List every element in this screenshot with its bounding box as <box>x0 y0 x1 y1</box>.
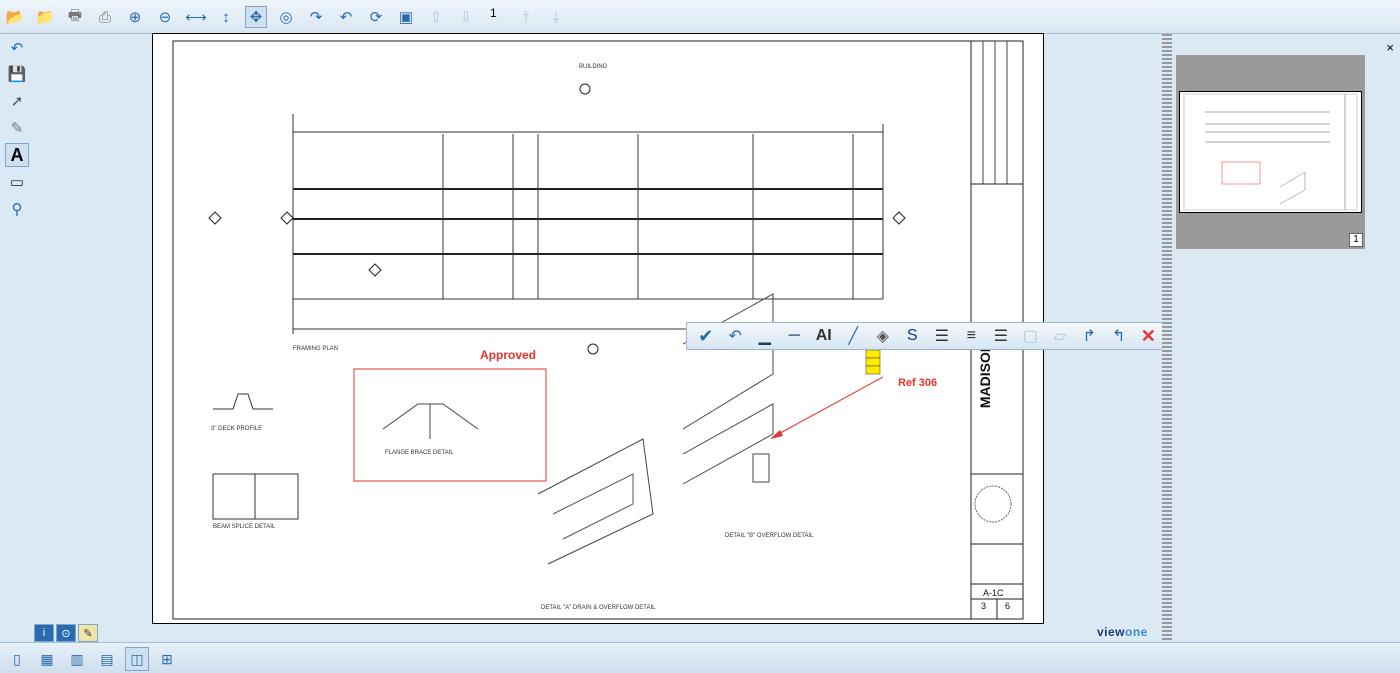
screenshot-icon[interactable]: ▣ <box>395 6 417 28</box>
select-pointer-icon[interactable]: ➚ <box>5 89 29 113</box>
undo-icon[interactable]: ↶ <box>5 36 29 60</box>
magnifier-icon[interactable]: ◎ <box>275 6 297 28</box>
font-size-icon[interactable]: AI <box>809 324 839 348</box>
line-thickness-increase-icon[interactable]: ▁ <box>750 324 780 348</box>
security-tab[interactable]: ⊙ <box>56 624 76 642</box>
label-flange-brace: FLANGE BRACE DETAIL <box>385 450 454 456</box>
pan-icon[interactable]: ✥ <box>245 6 267 28</box>
align-right-icon[interactable]: ☰ <box>986 324 1016 348</box>
ref-text-annotation[interactable]: Ref 306 <box>898 377 937 389</box>
eraser-icon[interactable]: ▱ <box>1045 324 1075 348</box>
sheet-number: 3 <box>981 601 987 611</box>
two-page-icon[interactable]: ▥ <box>65 647 89 671</box>
top-toolbar: 📂 📁 🖶 ⎙ ⊕ ⊖ ⟷ ↕ ✥ ◎ ↷ ↶ ⟳ ▣ ⇧ ⇩ 1 ⤒ ⤓ <box>0 0 1400 34</box>
fit-width-icon[interactable]: ⟷ <box>185 6 207 28</box>
rotate-counterclockwise-icon[interactable]: ↶ <box>335 6 357 28</box>
next-page-icon[interactable]: ⇩ <box>455 6 477 28</box>
thumbnail-frame[interactable]: 1 <box>1176 55 1365 249</box>
thumbnail-page-badge: 1 <box>1349 233 1363 247</box>
page-thumbnail[interactable] <box>1179 91 1362 213</box>
previous-page-icon[interactable]: ⇧ <box>425 6 447 28</box>
send-backward-icon[interactable]: ↰ <box>1104 324 1134 348</box>
label-beam-splice: BEAM SPLICE DETAIL <box>213 524 276 530</box>
info-tab[interactable]: i <box>34 624 54 642</box>
annotation-toolbar: ✔ ↶ ▁ ─ AI ╱ ◈ S ☰ ≡ ☰ ▢ ▱ ↱ ↰ ✕ <box>686 322 1164 350</box>
rectangle-annotation-icon[interactable]: ▭ <box>5 170 29 194</box>
close-icon[interactable]: × <box>1386 40 1394 55</box>
notes-tab[interactable]: ✎ <box>78 624 98 642</box>
sheet-total: 6 <box>1005 601 1011 611</box>
last-page-icon[interactable]: ⤓ <box>545 6 567 28</box>
fit-height-icon[interactable]: ↕ <box>215 6 237 28</box>
thumbnail-layout-icon[interactable]: ⊞ <box>155 647 179 671</box>
zoom-out-icon[interactable]: ⊖ <box>154 6 176 28</box>
info-icon: i <box>42 627 46 639</box>
zoom-in-icon[interactable]: ⊕ <box>124 6 146 28</box>
thumbnail-panel: × 1 <box>1172 34 1400 640</box>
sheet-id: A-1C <box>983 588 1004 598</box>
logo-part1: view <box>1097 625 1126 639</box>
close-document-icon[interactable]: 📁 <box>34 6 56 28</box>
delete-icon[interactable]: ✕ <box>1134 324 1164 348</box>
label-detail-a: DETAIL "A" DRAIN & OVERFLOW DETAIL <box>541 605 656 611</box>
strikethrough-icon[interactable]: S <box>898 324 928 348</box>
highlighter-icon[interactable]: ✎ <box>5 116 29 140</box>
rotate-clockwise-icon[interactable]: ↷ <box>305 6 327 28</box>
align-left-icon[interactable]: ☰ <box>927 324 957 348</box>
save-icon[interactable]: 💾 <box>5 62 29 86</box>
undo-icon[interactable]: ↶ <box>721 324 751 348</box>
line-thickness-decrease-icon[interactable]: ─ <box>780 324 810 348</box>
line-color-icon[interactable]: ╱ <box>839 324 869 348</box>
lock-icon: ⊙ <box>61 627 71 640</box>
approved-text-annotation[interactable]: Approved <box>480 348 536 362</box>
bring-forward-icon[interactable]: ↱ <box>1075 324 1105 348</box>
apply-check-icon[interactable]: ✔ <box>691 324 721 348</box>
grid-view-icon[interactable]: ▦ <box>35 647 59 671</box>
label-detail-b: DETAIL "B" OVERFLOW DETAIL <box>725 533 814 539</box>
first-page-icon[interactable]: ⤒ <box>515 6 537 28</box>
print-preview-icon[interactable]: ⎙ <box>94 6 116 28</box>
transparent-icon[interactable]: ▢ <box>1016 324 1046 348</box>
single-page-icon[interactable]: ▯ <box>5 647 29 671</box>
align-center-icon[interactable]: ≡ <box>957 324 987 348</box>
open-folder-icon[interactable]: 📂 <box>4 6 26 28</box>
note-icon: ✎ <box>83 627 93 640</box>
rotate-180-icon[interactable]: ⟳ <box>365 6 387 28</box>
side-by-side-icon[interactable]: ◫ <box>125 647 149 671</box>
stamp-icon[interactable]: ⚲ <box>5 197 29 221</box>
page-number: 1 <box>490 6 497 20</box>
print-icon[interactable]: 🖶 <box>64 6 86 28</box>
label-framing-plan: FRAMING PLAN <box>293 346 339 352</box>
title-block-name: MADISON <box>977 342 993 409</box>
left-toolbar: ↶ 💾 ➚ ✎ A ▭ ⚲ <box>0 34 34 640</box>
logo-part2: one <box>1125 625 1148 639</box>
fill-color-icon[interactable]: ◈ <box>868 324 898 348</box>
bottom-toolbar: ▯ ▦ ▥ ▤ ◫ ⊞ <box>0 642 1400 673</box>
text-annotation-icon[interactable]: A <box>5 143 29 167</box>
viewone-logo: viewone <box>1097 625 1148 639</box>
panel-splitter[interactable] <box>1162 34 1172 640</box>
panel-tabs: i ⊙ ✎ <box>34 624 98 642</box>
continuous-icon[interactable]: ▤ <box>95 647 119 671</box>
label-building: BUILDING <box>579 64 608 70</box>
label-deck-profile: 3" DECK PROFILE <box>211 426 263 432</box>
